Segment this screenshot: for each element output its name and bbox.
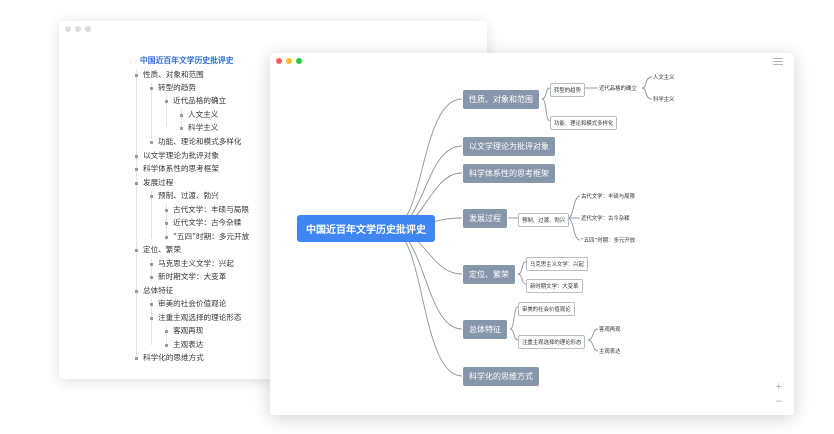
- leaf-node[interactable]: 客观再现: [599, 325, 621, 333]
- zoom-out-button[interactable]: −: [775, 397, 783, 407]
- leaf-node[interactable]: 科学主义: [653, 95, 675, 103]
- branch-node[interactable]: 科学体系性的思考框架: [463, 164, 555, 183]
- sub-node[interactable]: 新时期文学：大变革: [526, 279, 583, 293]
- leaf-node[interactable]: 人文主义: [653, 73, 675, 81]
- outline-item[interactable]: 定位、繁荣: [135, 245, 181, 255]
- outline-guide-line: [151, 191, 152, 239]
- outline-item[interactable]: 科学主义: [180, 123, 218, 133]
- outline-item[interactable]: 客观再现: [165, 326, 203, 336]
- outline-item[interactable]: 近代品格的确立: [165, 96, 226, 106]
- outline-item[interactable]: 近代文学：古今杂糅: [165, 218, 241, 228]
- leaf-node[interactable]: 近代品格的确立: [599, 84, 637, 92]
- outline-item[interactable]: 审美的社会价值观论: [150, 299, 226, 309]
- outline-item[interactable]: 发展过程: [135, 178, 173, 188]
- outline-item[interactable]: 总体特征: [135, 286, 173, 296]
- outline-guide-line: [181, 109, 182, 127]
- minimize-button[interactable]: [75, 26, 81, 32]
- leaf-node[interactable]: 近代文学：古今杂糅: [581, 214, 630, 222]
- outline-item[interactable]: 性质、对象和范围: [135, 70, 204, 80]
- outline-item[interactable]: 科学化的思维方式: [135, 353, 204, 363]
- outline-item[interactable]: 新时期文学：大变革: [150, 272, 226, 282]
- leaf-node[interactable]: 古代文学：丰硕与局限: [581, 192, 635, 200]
- outline-item[interactable]: 注重主观选择的理论形态: [150, 313, 242, 323]
- leaf-node[interactable]: “五四”时期：多元开放: [581, 236, 635, 244]
- zoom-in-button[interactable]: +: [775, 382, 783, 392]
- branch-node[interactable]: 以文学理论为批评对象: [463, 137, 555, 156]
- sub-node[interactable]: 预制、过渡、勃兴: [518, 213, 570, 227]
- outline-item[interactable]: 主观表达: [165, 340, 203, 350]
- close-button[interactable]: [65, 26, 71, 32]
- branch-node[interactable]: 定位、繁荣: [463, 265, 515, 284]
- window-controls: [65, 26, 91, 32]
- outline-guide-line: [166, 326, 167, 346]
- branch-node[interactable]: 科学化的思维方式: [463, 367, 539, 386]
- outline-guide-line: [151, 83, 152, 139]
- sub-node[interactable]: 功能、理论和模式多样化: [550, 116, 618, 130]
- branch-node[interactable]: 性质、对象和范围: [463, 90, 539, 109]
- leaf-node[interactable]: 主观表达: [599, 347, 621, 355]
- outline-item[interactable]: 功能、理论和模式多样化: [150, 137, 242, 147]
- sub-node[interactable]: 审美的社会价值观论: [518, 302, 575, 316]
- sub-node[interactable]: 转型的趋势: [550, 83, 585, 97]
- outline-guide-line: [136, 69, 137, 357]
- outline-item[interactable]: 古代文学：丰硕与局限: [165, 205, 249, 215]
- outline-item[interactable]: 人文主义: [180, 110, 218, 120]
- outline-item[interactable]: 预制、过渡、勃兴: [150, 191, 219, 201]
- mindmap-root-node[interactable]: 中国近百年文学历史批评史: [297, 215, 435, 242]
- sub-node[interactable]: 马克思主义文学：兴起: [526, 257, 588, 271]
- outline-item[interactable]: “五四”时期：多元开放: [165, 232, 249, 242]
- outline-item[interactable]: 转型的趋势: [150, 83, 196, 93]
- outline-root-title[interactable]: 中国近百年文学历史批评史: [140, 56, 234, 66]
- mindmap-window: 中国近百年文学历史批评史 性质、对象和范围 以文学理论为批评对象 科学体系性的思…: [270, 53, 794, 415]
- maximize-button[interactable]: [85, 26, 91, 32]
- branch-node[interactable]: 总体特征: [463, 320, 507, 339]
- sub-node[interactable]: 注重主观选择的理论形态: [518, 335, 586, 349]
- branch-node[interactable]: 发展过程: [463, 209, 507, 228]
- outline-item[interactable]: 马克思主义文学：兴起: [150, 259, 234, 269]
- outline-item[interactable]: 以文学理论为批评对象: [135, 151, 219, 161]
- drag-handle-icon[interactable]: ⋮⋮: [128, 58, 139, 65]
- outline-item[interactable]: 科学体系性的思考框架: [135, 164, 219, 174]
